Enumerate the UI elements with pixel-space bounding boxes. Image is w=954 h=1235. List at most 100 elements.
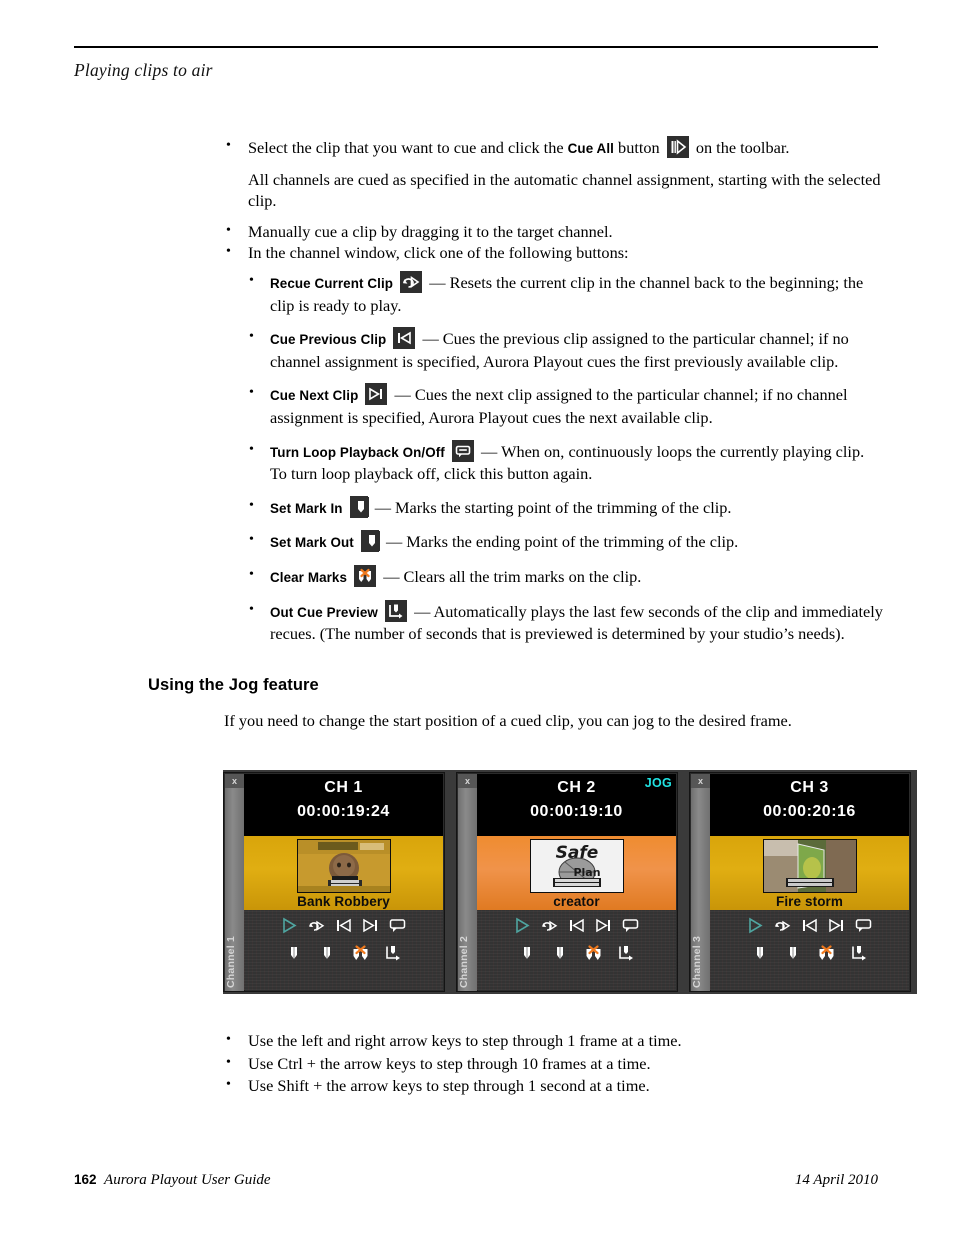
def-recue-current-clip: Recue Current Clip — Resets the current … — [248, 270, 884, 316]
header-rule — [74, 46, 878, 48]
channel-2-thumbnail: Safe Plan — [529, 839, 624, 893]
list-item: Use Ctrl + the arrow keys to step throug… — [224, 1052, 884, 1076]
clear-marks-icon[interactable] — [817, 944, 836, 963]
term-out-cue-preview: Out Cue Preview — [270, 604, 378, 620]
channel-2-clip-name: creator — [553, 894, 600, 909]
play-icon[interactable] — [280, 916, 299, 935]
channel-2-timecode: 00:00:19:10 — [530, 803, 623, 820]
channel-3-clip-strip[interactable]: Fire storm — [710, 836, 909, 911]
jog-keys-list: Use the left and right arrow keys to ste… — [224, 1029, 884, 1098]
def-set-mark-out: Set Mark Out — Marks the ending point of… — [248, 529, 884, 554]
out-cue-preview-icon — [385, 599, 407, 622]
bullet-manual-cue: Manually cue a clip by dragging it to th… — [224, 220, 884, 243]
paragraph-all-channels: All channels are cued as specified in th… — [248, 169, 881, 211]
channel-3-clip-name: Fire storm — [775, 894, 844, 909]
cue-previous-icon[interactable] — [800, 916, 819, 935]
mark-out-icon[interactable] — [784, 944, 803, 963]
mark-in-icon[interactable] — [751, 944, 770, 963]
cue-all-term: Cue All — [567, 141, 614, 156]
channel-window-2[interactable]: x Channel 2 CH 2 00:00:19:10 JOG Safe Pl… — [456, 772, 678, 992]
footer-date: 14 April 2010 — [794, 1172, 878, 1188]
channel-2-dock-tab[interactable]: x Channel 2 — [458, 774, 478, 991]
term-set-mark-in: Set Mark In — [270, 500, 343, 516]
play-icon[interactable] — [746, 916, 765, 935]
mark-out-icon[interactable] — [318, 944, 337, 963]
channel-1-thumbnail — [296, 839, 391, 893]
def-cue-next-clip: Cue Next Clip — Cues the next clip assig… — [248, 382, 884, 428]
mark-in-icon[interactable] — [285, 944, 304, 963]
section-intro: If you need to change the start position… — [224, 711, 792, 730]
channel-3-thumbnail — [762, 839, 857, 893]
channel-1-name: CH 1 — [324, 779, 363, 796]
out-cue-preview-icon[interactable] — [850, 944, 869, 963]
mark-out-icon[interactable] — [551, 944, 570, 963]
term-cue-previous-clip: Cue Previous Clip — [270, 332, 387, 348]
page-number: 162 — [74, 1172, 97, 1187]
recue-icon[interactable] — [773, 916, 792, 935]
list-item: Use Shift + the arrow keys to step throu… — [224, 1074, 884, 1098]
channel-2-clip-strip[interactable]: Safe Plan creator — [477, 836, 676, 911]
channel-2-controls-row-2 — [477, 944, 676, 963]
channel-1-timecode-area: CH 1 00:00:19:24 — [244, 774, 443, 836]
desc-set-mark-out: — Marks the ending point of the trimming… — [385, 532, 739, 552]
channel-2-controls — [477, 910, 676, 990]
page-title: Using the Jog feature — [148, 676, 319, 694]
cue-next-icon[interactable] — [361, 916, 380, 935]
channel-2-jog-badge: JOG — [644, 776, 672, 790]
term-set-mark-out: Set Mark Out — [270, 535, 354, 551]
page-footer: 162 Aurora Playout User Guide 14 April 2… — [74, 1172, 878, 1192]
channel-3-dock-tab[interactable]: x Channel 3 — [691, 774, 711, 991]
cue-previous-icon[interactable] — [334, 916, 353, 935]
close-icon[interactable]: x — [458, 774, 477, 788]
cue-next-icon[interactable] — [594, 916, 613, 935]
close-icon[interactable]: x — [225, 774, 244, 788]
def-loop-playback: Turn Loop Playback On/Off — When on, con… — [248, 439, 884, 485]
bullet-text-mid: button — [613, 138, 664, 157]
out-cue-preview-icon[interactable] — [617, 944, 636, 963]
channel-1-controls — [244, 910, 443, 990]
cue-next-icon[interactable] — [827, 916, 846, 935]
play-icon[interactable] — [513, 916, 532, 935]
term-loop-playback: Turn Loop Playback On/Off — [270, 444, 445, 460]
channel-3-controls-row-2 — [710, 944, 909, 963]
top-bullet-list-2: Manually cue a clip by dragging it to th… — [224, 220, 884, 264]
recue-current-clip-icon — [400, 270, 423, 293]
clear-marks-icon[interactable] — [584, 944, 603, 963]
bullet-cue-all: Select the clip that you want to cue and… — [224, 135, 884, 160]
mark-in-icon[interactable] — [518, 944, 537, 963]
loop-icon[interactable] — [621, 916, 640, 935]
channel-window-1[interactable]: x Channel 1 CH 1 00:00:19:24 Bank Robber… — [223, 772, 445, 992]
channel-3-name: CH 3 — [790, 779, 829, 796]
close-icon[interactable]: x — [691, 774, 710, 788]
top-bullet-list: Select the clip that you want to cue and… — [224, 135, 884, 160]
channel-1-tab-label: Channel 1 — [225, 936, 237, 988]
bullet-channel-window: In the channel window, click one of the … — [224, 241, 884, 264]
term-cue-next-clip: Cue Next Clip — [270, 388, 359, 404]
recue-icon[interactable] — [540, 916, 559, 935]
svg-text:Plan: Plan — [573, 866, 600, 879]
loop-icon[interactable] — [388, 916, 407, 935]
recue-icon[interactable] — [307, 916, 326, 935]
desc-clear-marks: — Clears all the trim marks on the clip. — [383, 566, 642, 586]
out-cue-preview-icon[interactable] — [384, 944, 403, 963]
clear-marks-icon[interactable] — [351, 944, 370, 963]
cue-all-icon — [666, 136, 689, 158]
channel-1-dock-tab[interactable]: x Channel 1 — [225, 774, 245, 991]
term-recue-current-clip: Recue Current Clip — [270, 275, 394, 291]
channel-1-timecode: 00:00:19:24 — [297, 803, 390, 820]
channel-3-controls-row-1 — [710, 916, 909, 935]
loop-icon[interactable] — [854, 916, 873, 935]
def-cue-previous-clip: Cue Previous Clip — Cues the previous cl… — [248, 326, 884, 372]
channel-3-timecode: 00:00:20:16 — [763, 803, 856, 820]
cue-previous-icon[interactable] — [567, 916, 586, 935]
running-head: Playing clips to air — [74, 60, 213, 80]
footer-left: 162 Aurora Playout User Guide — [74, 1172, 271, 1189]
def-out-cue-preview: Out Cue Preview — Automatically plays th… — [248, 598, 884, 645]
channel-3-tab-label: Channel 3 — [691, 936, 703, 988]
bullet-text-post: on the toolbar. — [691, 138, 790, 157]
guide-title: Aurora Playout User Guide — [104, 1172, 271, 1188]
term-clear-marks: Clear Marks — [270, 569, 348, 585]
channel-1-clip-strip[interactable]: Bank Robbery — [244, 836, 443, 911]
channel-2-timecode-area: CH 2 00:00:19:10 JOG — [477, 774, 676, 836]
channel-window-3[interactable]: x Channel 3 CH 3 00:00:20:16 Fire storm — [689, 772, 911, 992]
